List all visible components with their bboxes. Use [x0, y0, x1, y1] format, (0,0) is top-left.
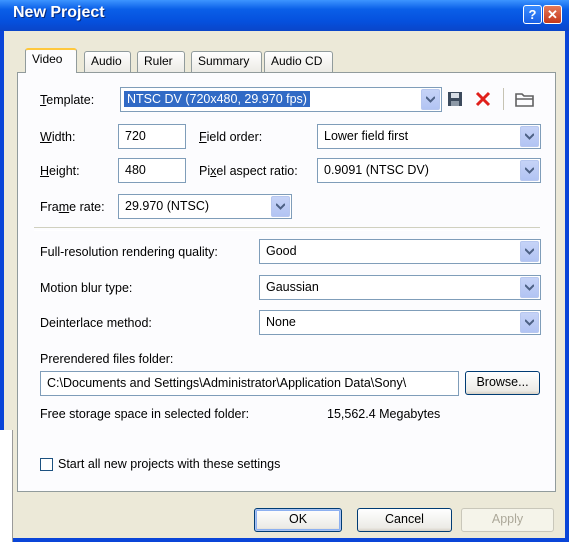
template-select[interactable]: NTSC DV (720x480, 29.970 fps) [120, 87, 442, 112]
tab-audio-cd[interactable]: Audio CD [264, 51, 333, 72]
background-strip [0, 430, 13, 542]
height-input[interactable]: 480 [118, 158, 186, 183]
delete-icon[interactable] [473, 89, 493, 109]
prerender-folder-label: Prerendered files folder: [40, 352, 174, 366]
render-quality-value: Good [266, 244, 297, 258]
free-space-label: Free storage space in selected folder: [40, 407, 250, 421]
template-value: NTSC DV (720x480, 29.970 fps) [124, 91, 310, 107]
height-label: Height: [40, 164, 80, 178]
deinterlace-value: None [266, 315, 296, 329]
window-title: New Project [13, 4, 105, 21]
chevron-down-icon[interactable] [421, 89, 440, 110]
tab-ruler[interactable]: Ruler [137, 51, 185, 72]
cancel-button[interactable]: Cancel [357, 508, 452, 532]
free-space-value: 15,562.4 Megabytes [327, 407, 441, 421]
chevron-down-icon[interactable] [520, 277, 539, 298]
section-divider [34, 227, 540, 231]
ok-button[interactable]: OK [254, 508, 342, 532]
apply-button[interactable]: Apply [461, 508, 554, 532]
chevron-down-icon[interactable] [520, 126, 539, 147]
deinterlace-select[interactable]: None [259, 310, 541, 335]
deinterlace-label: Deinterlace method: [40, 316, 152, 330]
pixel-aspect-select[interactable]: 0.9091 (NTSC DV) [317, 158, 541, 183]
chevron-down-icon[interactable] [520, 160, 539, 181]
pixel-aspect-label: Pixel aspect ratio: [199, 164, 298, 178]
prerender-folder-input[interactable]: C:\Documents and Settings\Administrator\… [40, 371, 459, 396]
tab-summary[interactable]: Summary [191, 51, 262, 72]
frame-rate-value: 29.970 (NTSC) [125, 199, 210, 213]
field-order-label: Field order: [199, 130, 263, 144]
field-order-select[interactable]: Lower field first [317, 124, 541, 149]
save-icon[interactable] [446, 90, 464, 108]
render-quality-label: Full-resolution rendering quality: [40, 245, 218, 259]
field-order-value: Lower field first [324, 129, 409, 143]
tab-video[interactable]: Video [25, 48, 77, 73]
help-button[interactable]: ? [523, 5, 542, 24]
frame-rate-label: Frame rate: [40, 200, 105, 214]
chevron-down-icon[interactable] [271, 196, 290, 217]
frame-rate-select[interactable]: 29.970 (NTSC) [118, 194, 292, 219]
tab-audio[interactable]: Audio [84, 51, 131, 72]
chevron-down-icon[interactable] [520, 312, 539, 333]
start-all-label[interactable]: Start all new projects with these settin… [58, 457, 280, 471]
render-quality-select[interactable]: Good [259, 239, 541, 264]
chevron-down-icon[interactable] [520, 241, 539, 262]
title-bar[interactable]: New Project ? ✕ [0, 0, 569, 31]
browse-button[interactable]: Browse... [465, 371, 540, 395]
motion-blur-select[interactable]: Gaussian [259, 275, 541, 300]
motion-blur-value: Gaussian [266, 280, 319, 294]
template-label: Template: [40, 93, 95, 107]
start-all-checkbox[interactable] [40, 458, 53, 471]
width-label: Width: [40, 130, 76, 144]
close-button[interactable]: ✕ [543, 5, 562, 24]
open-folder-icon[interactable] [514, 89, 536, 109]
motion-blur-label: Motion blur type: [40, 281, 133, 295]
toolbar-divider [503, 88, 504, 110]
pixel-aspect-value: 0.9091 (NTSC DV) [324, 163, 429, 177]
width-input[interactable]: 720 [118, 124, 186, 149]
